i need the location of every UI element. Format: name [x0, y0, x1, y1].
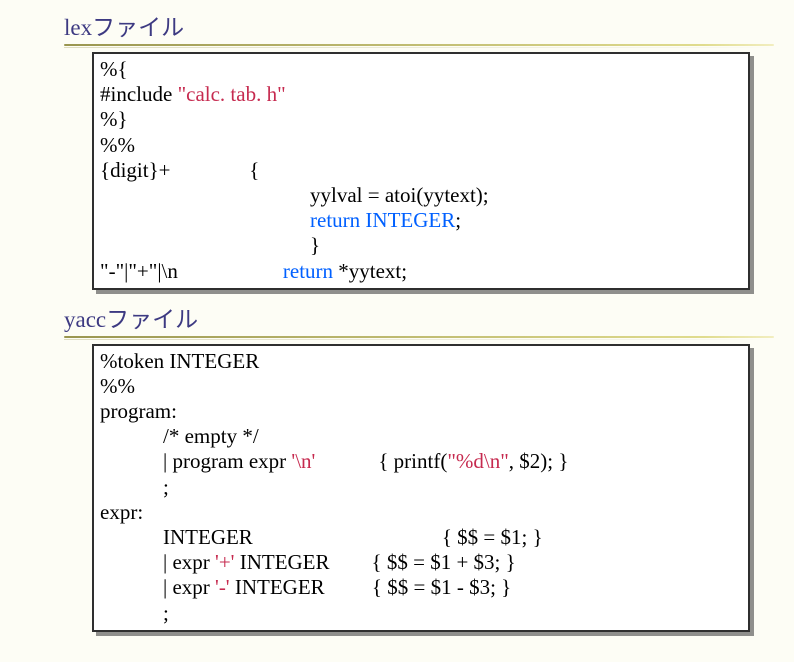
code-line: program: — [100, 399, 742, 424]
code-line: ; — [100, 475, 742, 500]
code-line: ; — [100, 601, 742, 626]
yacc-heading: yaccファイル — [64, 300, 774, 334]
lex-divider — [64, 44, 774, 48]
code-line: %token INTEGER — [100, 349, 742, 374]
lex-code-box: %{ #include "calc. tab. h" %} %% {digit}… — [92, 52, 750, 290]
code-line: INTEGER { $$ = $1; } — [100, 525, 742, 550]
code-line: #include "calc. tab. h" — [100, 82, 742, 107]
code-line: expr: — [100, 500, 742, 525]
code-line: "-"|"+"|\n return *yytext; — [100, 259, 742, 284]
code-line: yylval = atoi(yytext); — [100, 183, 742, 208]
code-line: %% — [100, 133, 742, 158]
code-line: } — [100, 233, 742, 258]
code-line: | expr '-' INTEGER { $$ = $1 - $3; } — [100, 575, 742, 600]
code-line: /* empty */ — [100, 424, 742, 449]
yacc-divider — [64, 336, 774, 340]
code-line: %{ — [100, 57, 742, 82]
code-line: %% — [100, 374, 742, 399]
code-line: | expr '+' INTEGER { $$ = $1 + $3; } — [100, 550, 742, 575]
yacc-code-box: %token INTEGER %% program: /* empty */ |… — [92, 344, 750, 632]
code-line: {digit}+ { — [100, 158, 742, 183]
code-line: | program expr '\n' { printf("%d\n", $2)… — [100, 449, 742, 474]
code-line: %} — [100, 107, 742, 132]
lex-heading: lexファイル — [64, 8, 774, 42]
code-line: return INTEGER; — [100, 208, 742, 233]
